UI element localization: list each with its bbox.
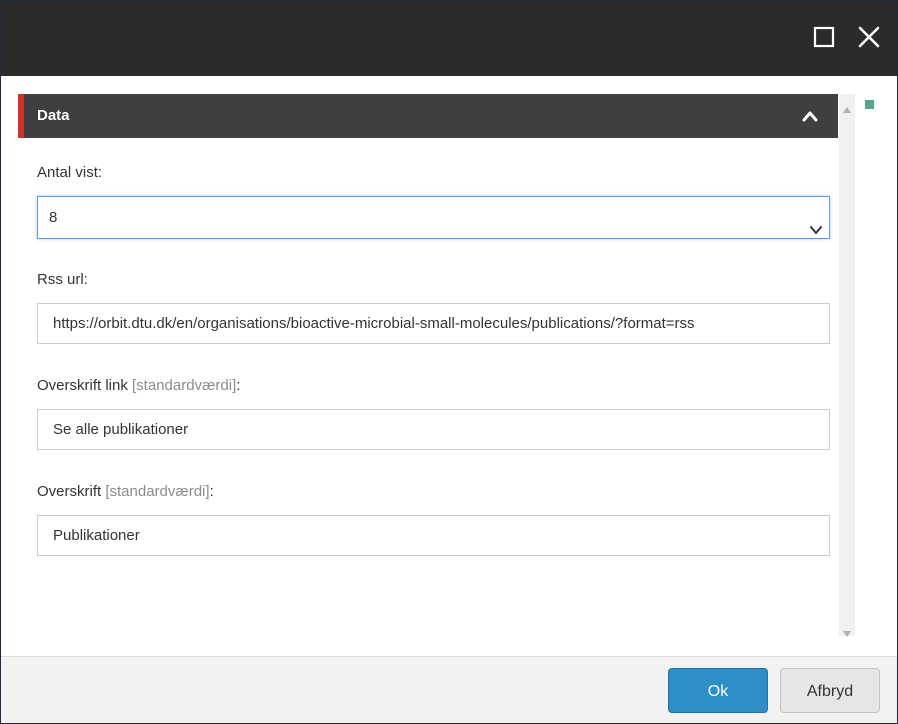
cancel-button[interactable]: Afbryd — [780, 668, 880, 713]
rss-url-label-text: Rss url: — [37, 271, 88, 288]
antal-vist-label: Antal vist: — [37, 164, 102, 181]
section-header[interactable]: Data — [18, 94, 838, 138]
overskrift-link-value: Se alle publikationer — [53, 421, 189, 438]
overskrift-hint: [standardværdi] — [105, 483, 210, 500]
rss-url-value: https://orbit.dtu.dk/en/organisations/bi… — [53, 315, 695, 332]
antal-vist-value: 8 — [49, 209, 58, 226]
close-icon[interactable] — [855, 23, 883, 51]
overskrift-input[interactable]: Publikationer — [37, 515, 830, 556]
overskrift-suffix: : — [209, 483, 214, 500]
rss-url-label: Rss url: — [37, 271, 88, 288]
overskrift-label: Overskrift [standardværdi]: — [37, 483, 214, 500]
status-marker — [865, 100, 874, 109]
data-section: Data Antal vist: 8 Rss url: https://orbi… — [18, 94, 838, 636]
overskrift-value: Publikationer — [53, 527, 140, 544]
dialog: Data Antal vist: 8 Rss url: https://orbi… — [0, 0, 898, 724]
dialog-footer: Ok Afbryd — [1, 656, 897, 723]
antal-vist-select[interactable]: 8 — [37, 196, 830, 239]
dialog-content: Data Antal vist: 8 Rss url: https://orbi… — [1, 76, 897, 656]
scroll-down-icon[interactable] — [843, 624, 851, 637]
scrollbar[interactable] — [839, 94, 855, 637]
antal-vist-label-text: Antal vist: — [37, 164, 103, 181]
rss-url-input[interactable]: https://orbit.dtu.dk/en/organisations/bi… — [37, 303, 830, 344]
title-bar — [1, 1, 897, 76]
overskrift-link-label: Overskrift link [standardværdi]: — [37, 377, 240, 394]
overskrift-link-hint: [standardværdi] — [132, 377, 237, 394]
chevron-down-icon — [809, 211, 823, 234]
section-title: Data — [37, 107, 70, 124]
scroll-up-icon[interactable] — [843, 100, 851, 113]
section-accent-bar — [18, 94, 24, 138]
maximize-icon[interactable] — [810, 23, 838, 51]
overskrift-link-input[interactable]: Se alle publikationer — [37, 409, 830, 450]
chevron-up-icon[interactable] — [802, 109, 818, 123]
overskrift-link-suffix: : — [236, 377, 241, 394]
ok-button[interactable]: Ok — [668, 668, 768, 713]
overskrift-label-text: Overskrift — [37, 483, 102, 500]
overskrift-link-label-text: Overskrift link — [37, 377, 128, 394]
